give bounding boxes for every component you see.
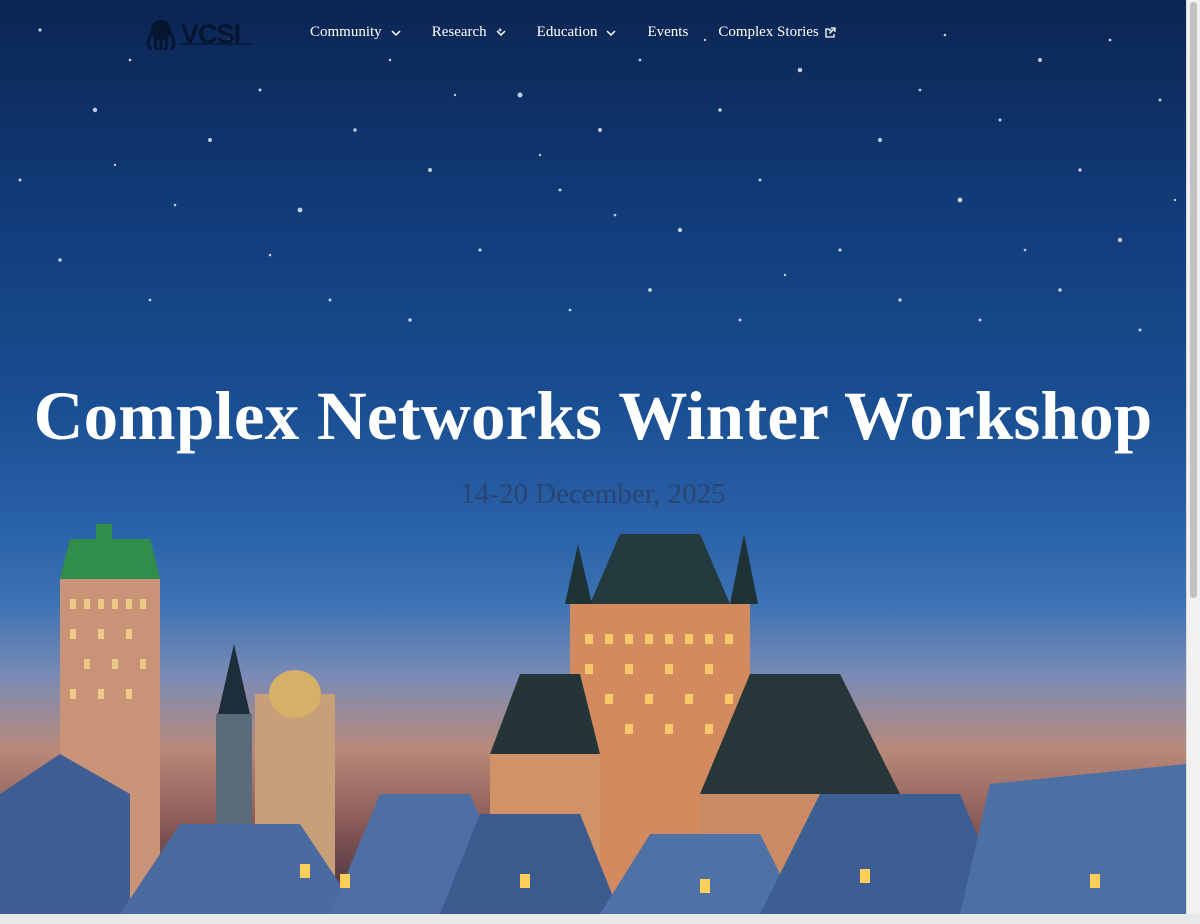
quebec-city-skyline-illustration [0,524,1186,914]
top-navigation: VCSI Community Research Education Events… [0,0,1186,72]
scrollbar-thumb[interactable] [1190,2,1197,598]
nav-item-label: Education [536,24,598,40]
nav-item-label: Complex Stories [718,24,819,40]
event-date: 14-20 December, 2025 [460,478,726,510]
external-link-icon [824,26,836,39]
nav-item-education[interactable]: Education [537,24,618,41]
nav-item-label: Community [310,24,382,40]
nav-item-label: Research [431,24,487,40]
octopus-logo-icon [146,20,176,50]
nav-menu: Community Research Education Events Comp… [310,24,866,41]
nav-item-label: Events [647,24,689,40]
nav-item-events[interactable]: Events [647,24,688,41]
nav-item-research[interactable]: Research [432,24,507,41]
nav-item-community[interactable]: Community [310,24,402,41]
page-bottom-edge [0,914,1200,924]
vertical-scrollbar[interactable] [1186,0,1200,914]
chevron-down-icon [495,27,507,39]
vcsi-logo[interactable]: VCSI [144,17,252,51]
chevron-down-icon [390,27,402,39]
logo-tagline-line [180,43,252,45]
chevron-down-icon [605,27,617,39]
nav-item-complex-stories[interactable]: Complex Stories [718,24,836,41]
page-title: Complex Networks Winter Workshop [33,378,1153,454]
